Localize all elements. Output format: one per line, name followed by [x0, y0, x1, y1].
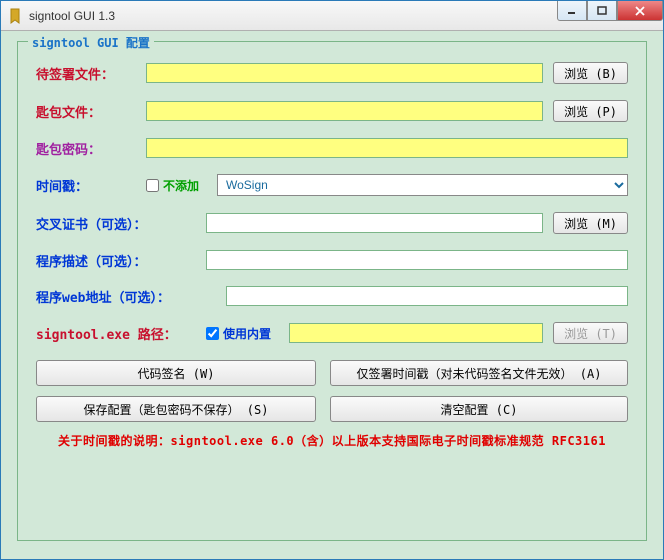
app-icon: [7, 8, 23, 24]
maximize-button[interactable]: [587, 1, 617, 21]
app-window: signtool GUI 1.3 signtool GUI 配置 待签署文件： …: [0, 0, 664, 560]
timestamp-label: 时间戳：: [36, 176, 146, 195]
web-url-input[interactable]: [226, 286, 628, 306]
titlebar[interactable]: signtool GUI 1.3: [1, 1, 663, 31]
row-key: 匙包文件： 浏览 (P): [36, 100, 628, 122]
timestamp-skip-label: 不添加: [163, 177, 199, 194]
group-title: signtool GUI 配置: [28, 34, 154, 51]
footer-note: 关于时间戳的说明：signtool.exe 6.0（含）以上版本支持国际电子时间…: [36, 432, 628, 449]
description-label: 程序描述（可选）：: [36, 251, 206, 270]
password-input[interactable]: [146, 138, 628, 158]
row-timestamp: 时间戳： 不添加 WoSign: [36, 174, 628, 196]
config-group: signtool GUI 配置 待签署文件： 浏览 (B) 匙包文件： 浏览 (…: [17, 41, 647, 541]
use-builtin-label: 使用内置: [223, 325, 271, 342]
browse-file-button[interactable]: 浏览 (B): [553, 62, 628, 84]
window-title: signtool GUI 1.3: [29, 9, 115, 23]
use-builtin-checkbox[interactable]: [206, 327, 219, 340]
window-controls: [557, 1, 663, 21]
timestamp-only-button[interactable]: 仅签署时间戳（对未代码签名文件无效） (A): [330, 360, 628, 386]
file-input[interactable]: [146, 63, 543, 83]
clear-config-button[interactable]: 清空配置 (C): [330, 396, 628, 422]
timestamp-skip-checkbox[interactable]: [146, 179, 159, 192]
cross-cert-input[interactable]: [206, 213, 543, 233]
key-input[interactable]: [146, 101, 543, 121]
password-label: 匙包密码：: [36, 139, 146, 158]
cross-cert-label: 交叉证书（可选）：: [36, 214, 206, 233]
action-row-2: 保存配置（匙包密码不保存） (S) 清空配置 (C): [36, 396, 628, 422]
key-label: 匙包文件：: [36, 102, 146, 121]
row-password: 匙包密码：: [36, 138, 628, 158]
browse-cross-cert-button[interactable]: 浏览 (M): [553, 212, 628, 234]
signtool-path-input[interactable]: [289, 323, 543, 343]
close-button[interactable]: [617, 1, 663, 21]
row-cross-cert: 交叉证书（可选）： 浏览 (M): [36, 212, 628, 234]
row-description: 程序描述（可选）：: [36, 250, 628, 270]
minimize-button[interactable]: [557, 1, 587, 21]
browse-key-button[interactable]: 浏览 (P): [553, 100, 628, 122]
row-file: 待签署文件： 浏览 (B): [36, 62, 628, 84]
row-web-url: 程序web地址（可选）：: [36, 286, 628, 306]
timestamp-provider-select[interactable]: WoSign: [217, 174, 628, 196]
file-label: 待签署文件：: [36, 64, 146, 83]
web-url-label: 程序web地址（可选）：: [36, 287, 226, 306]
browse-signtool-button[interactable]: 浏览 (T): [553, 322, 628, 344]
signtool-path-label: signtool.exe 路径：: [36, 324, 206, 343]
action-row-1: 代码签名 (W) 仅签署时间戳（对未代码签名文件无效） (A): [36, 360, 628, 386]
row-signtool-path: signtool.exe 路径： 使用内置 浏览 (T): [36, 322, 628, 344]
save-config-button[interactable]: 保存配置（匙包密码不保存） (S): [36, 396, 316, 422]
description-input[interactable]: [206, 250, 628, 270]
sign-button[interactable]: 代码签名 (W): [36, 360, 316, 386]
